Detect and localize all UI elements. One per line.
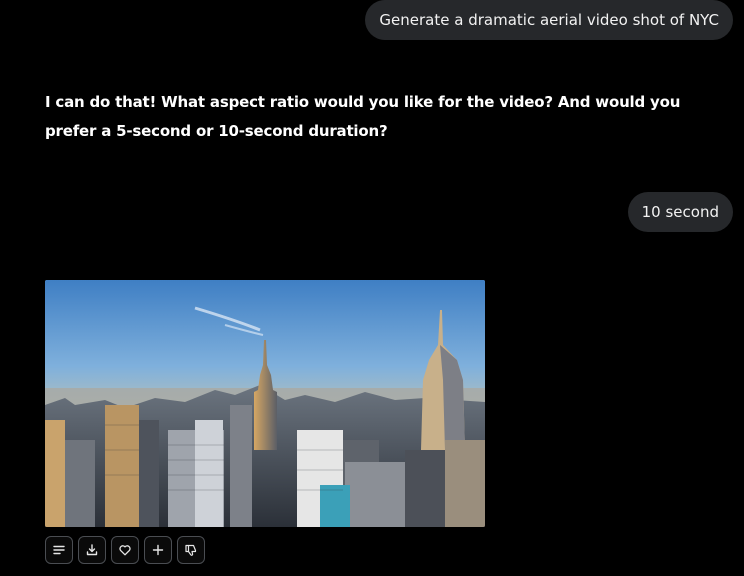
- user-message-bubble: 10 second: [627, 192, 733, 232]
- dislike-button[interactable]: [177, 536, 205, 564]
- text-lines-icon: [53, 545, 65, 555]
- heart-icon: [119, 545, 131, 556]
- download-icon: [86, 544, 98, 556]
- chat-thread: Generate a dramatic aerial video shot of…: [0, 0, 744, 576]
- message-action-bar: [45, 536, 205, 564]
- plus-icon: [152, 544, 164, 556]
- user-message-text: 10 second: [641, 203, 719, 221]
- download-button[interactable]: [78, 536, 106, 564]
- add-button[interactable]: [144, 536, 172, 564]
- thumbs-down-icon: [185, 544, 197, 556]
- nyc-skyline-image: [45, 280, 485, 527]
- show-prompt-button[interactable]: [45, 536, 73, 564]
- user-message-text: Generate a dramatic aerial video shot of…: [379, 11, 719, 29]
- generated-media-preview[interactable]: [45, 280, 485, 527]
- user-message-bubble: Generate a dramatic aerial video shot of…: [365, 0, 733, 40]
- like-button[interactable]: [111, 536, 139, 564]
- assistant-message-text: I can do that! What aspect ratio would y…: [45, 93, 681, 140]
